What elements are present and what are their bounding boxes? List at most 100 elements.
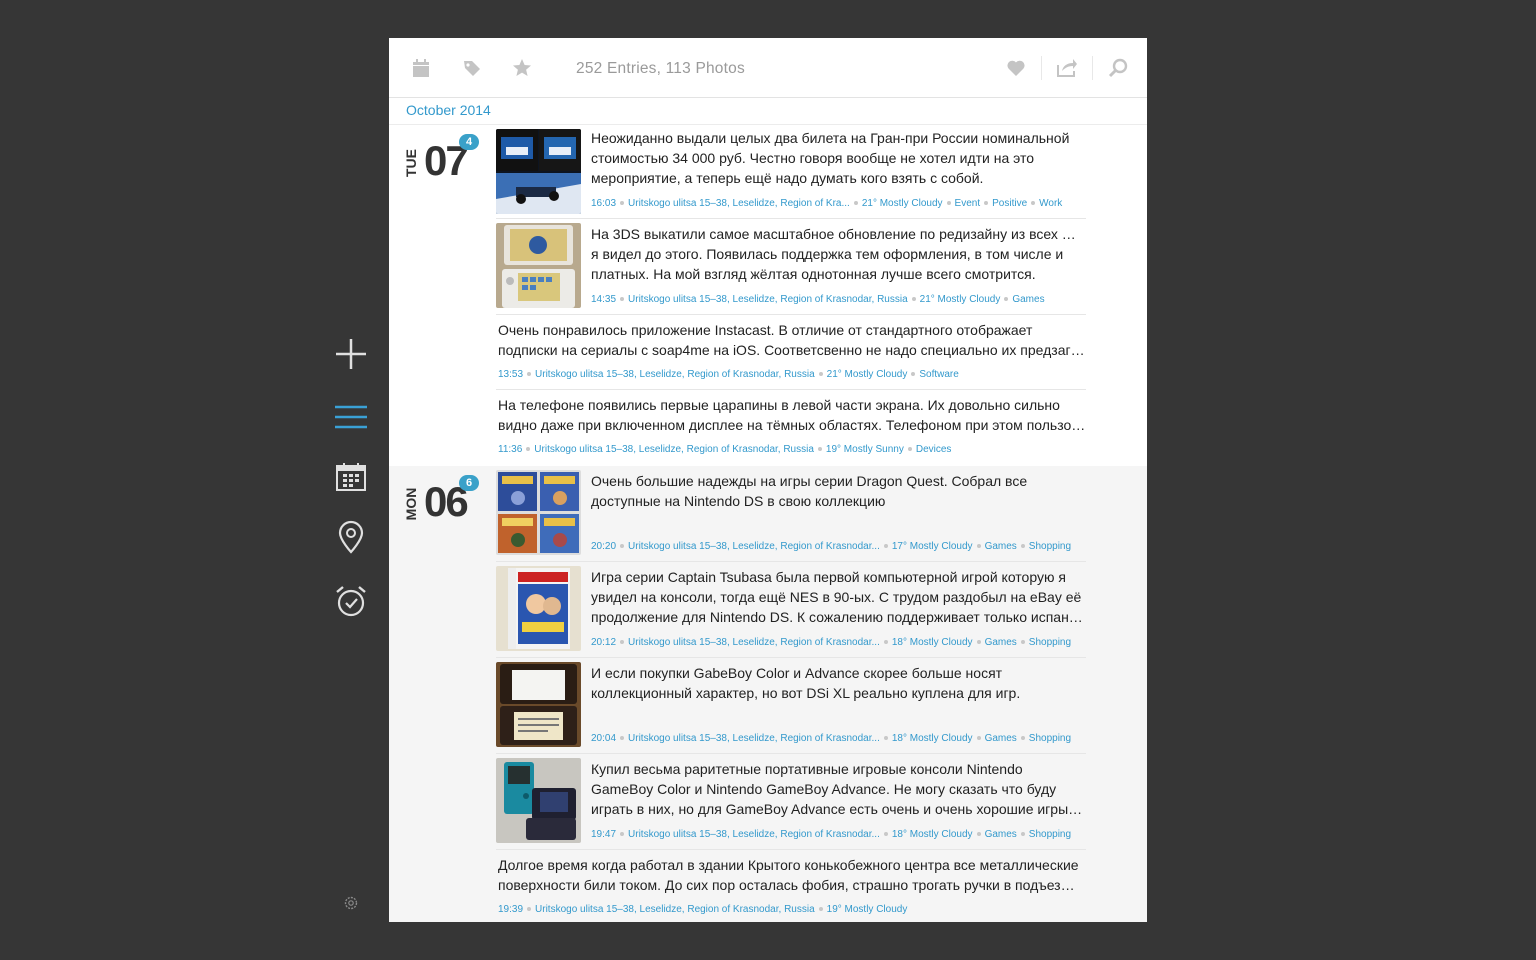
calendar-filter-button[interactable] bbox=[410, 57, 432, 79]
entry-text-line: GameBoy Color и Nintendo GameBoy Advance… bbox=[591, 781, 1057, 797]
entry-time: 20:12 bbox=[591, 637, 617, 648]
entry-location: Uritskogo ulitsa 15–38, Leselidze, Regio… bbox=[535, 369, 815, 380]
journal-entry[interactable]: На телефоне появились первые царапины в … bbox=[496, 390, 1086, 466]
share-button[interactable] bbox=[1056, 57, 1078, 79]
star-icon bbox=[513, 59, 531, 76]
entry-tag[interactable]: Shopping bbox=[1029, 637, 1071, 648]
entry-tag[interactable]: Games bbox=[985, 637, 1017, 648]
journal-entry[interactable]: И если покупки GabeBoy Color и Advance с… bbox=[496, 658, 1086, 754]
entry-text-line: поверхности били током. До сих пор остал… bbox=[498, 877, 1075, 893]
entry-photo-dsi-xl[interactable] bbox=[496, 662, 581, 747]
entry-time: 16:03 bbox=[591, 198, 617, 209]
entry-meta: 16:03 Uritskogo ulitsa 15–38, Leselidze, … bbox=[591, 198, 1083, 209]
journal-entry[interactable]: Купил весьма раритетные портативные игро… bbox=[496, 754, 1086, 850]
settings-button[interactable] bbox=[342, 894, 360, 912]
entry-meta: 20:12 Uritskogo ulitsa 15–38, Leselidze, … bbox=[591, 637, 1083, 648]
entry-tag[interactable]: Software bbox=[919, 369, 958, 380]
toolbar-divider bbox=[1092, 56, 1093, 80]
entry-text-line: доступные на Nintendo DS в свою коллекци… bbox=[591, 493, 886, 509]
entry-count-badge: 4 bbox=[459, 134, 479, 150]
entry-tag[interactable]: Games bbox=[1012, 294, 1044, 305]
journal-entry[interactable]: Игра серии Captain Tsubasa была первой к… bbox=[496, 562, 1086, 658]
entry-location: Uritskogo ulitsa 15–38, Leselidze, Regio… bbox=[628, 829, 880, 840]
entry-text-line: я видел до этого. Появилась поддержка те… bbox=[591, 246, 1064, 262]
entry-text-line: И если покупки GabeBoy Color и Advance с… bbox=[591, 665, 1003, 681]
entry-weather: 21° Mostly Cloudy bbox=[861, 198, 943, 209]
starred-filter-button[interactable] bbox=[511, 57, 533, 79]
entry-text-line: Очень большие надежды на игры серии Drag… bbox=[591, 473, 1028, 489]
entry-weather: 19° Mostly Sunny bbox=[825, 444, 904, 455]
tag-icon bbox=[464, 61, 480, 76]
day-group-tue-07: TUE 07 4 Неожиданно выдали целых два бил… bbox=[389, 125, 1147, 466]
entry-photo-captain-tsubasa[interactable] bbox=[496, 566, 581, 651]
entry-text-line: Купил весьма раритетные портативные игро… bbox=[591, 761, 1023, 777]
favorite-button[interactable] bbox=[1005, 57, 1027, 79]
entry-time: 19:47 bbox=[591, 829, 617, 840]
entry-photo-f1-tickets[interactable] bbox=[496, 129, 581, 214]
journal-entry[interactable]: На 3DS выкатили самое масштабное обновле… bbox=[496, 219, 1086, 315]
journal-entry[interactable]: Неожиданно выдали целых два билета на Гр… bbox=[496, 125, 1086, 219]
entry-location: Uritskogo ulitsa 15–38, Leselidze, Regio… bbox=[535, 904, 815, 915]
entry-location: Uritskogo ulitsa 15–38, Leselidze, Regio… bbox=[628, 637, 880, 648]
entry-text-line: играть в них, но для GameBoy Advance ест… bbox=[591, 801, 1083, 817]
toolbar: 252 Entries, 113 Photos bbox=[389, 38, 1147, 98]
entry-text-line: стоимостью 34 000 руб. Честно говоря воо… bbox=[591, 150, 1035, 166]
search-button[interactable] bbox=[1107, 57, 1129, 79]
entry-tag[interactable]: Event bbox=[955, 198, 981, 209]
journal-panel: 252 Entries, 113 Photos October 2014 TUE… bbox=[389, 38, 1147, 922]
entry-location: Uritskogo ulitsa 15–38, Leselidze, Regio… bbox=[534, 444, 814, 455]
entry-weather: 21° Mostly Cloudy bbox=[919, 294, 1001, 305]
entry-text-line: платных. На мой взгляд жёлтая однотонная… bbox=[591, 266, 1036, 282]
list-icon bbox=[335, 405, 367, 429]
entry-weather: 18° Mostly Cloudy bbox=[891, 637, 973, 648]
entry-photo-gameboy[interactable] bbox=[496, 758, 581, 843]
calendar-view-button[interactable] bbox=[332, 458, 370, 496]
entry-meta: 19:47 Uritskogo ulitsa 15–38, Leselidze, … bbox=[591, 829, 1083, 840]
entry-time: 19:39 bbox=[498, 904, 524, 915]
entry-tag[interactable]: Games bbox=[985, 541, 1017, 552]
entry-location: Uritskogo ulitsa 15–38, Leselidze, Regio… bbox=[628, 733, 880, 744]
entry-text-line: видно даже при включенном дисплее на тём… bbox=[498, 417, 1086, 433]
entry-tag[interactable]: Shopping bbox=[1029, 829, 1071, 840]
entry-text-line: Долгое время когда работал в здании Крыт… bbox=[498, 857, 1079, 873]
entry-tag[interactable]: Games bbox=[985, 829, 1017, 840]
entry-photo-dragon-quest[interactable] bbox=[496, 470, 581, 555]
entry-tag[interactable]: Work bbox=[1039, 198, 1062, 209]
map-view-button[interactable] bbox=[332, 518, 370, 556]
search-icon bbox=[1108, 58, 1128, 78]
add-entry-button[interactable] bbox=[332, 335, 370, 373]
reminder-button[interactable] bbox=[332, 582, 370, 620]
timeline-view-button[interactable] bbox=[332, 398, 370, 436]
entry-tag[interactable]: Shopping bbox=[1029, 541, 1071, 552]
heart-icon bbox=[1007, 60, 1025, 76]
plus-icon bbox=[336, 339, 366, 369]
alarm-clock-icon bbox=[336, 586, 366, 617]
entry-tag[interactable]: Games bbox=[985, 733, 1017, 744]
entry-tag[interactable]: Shopping bbox=[1029, 733, 1071, 744]
entry-tag[interactable]: Positive bbox=[992, 198, 1027, 209]
entry-weather: 18° Mostly Cloudy bbox=[891, 733, 973, 744]
entry-location: Uritskogo ulitsa 15–38, Leselidze, Regio… bbox=[628, 294, 908, 305]
entry-time: 11:36 bbox=[498, 444, 523, 455]
day-header: MON 06 6 bbox=[403, 475, 483, 530]
entry-location: Uritskogo ulitsa 15–38, Leselidze, Regio… bbox=[628, 198, 850, 209]
entry-weather: 18° Mostly Cloudy bbox=[891, 829, 973, 840]
location-pin-icon bbox=[338, 520, 364, 554]
entry-photo-3ds[interactable] bbox=[496, 223, 581, 308]
calendar-icon bbox=[413, 58, 429, 77]
journal-entry[interactable]: Долгое время когда работал в здании Крыт… bbox=[496, 850, 1086, 922]
gear-icon bbox=[344, 896, 358, 910]
entry-text-line: Игра серии Captain Tsubasa была первой к… bbox=[591, 569, 1066, 585]
entry-time: 20:20 bbox=[591, 541, 617, 552]
entry-text-line: продолжение для Nintendo DS. К сожалению… bbox=[591, 609, 1083, 625]
entry-text-line: Очень понравилось приложение Instacast. … bbox=[498, 322, 1033, 338]
journal-entry[interactable]: Очень понравилось приложение Instacast. … bbox=[496, 315, 1086, 390]
entry-tag[interactable]: Devices bbox=[916, 444, 952, 455]
journal-entry[interactable]: Очень большие надежды на игры серии Drag… bbox=[496, 466, 1086, 562]
entry-meta: 11:36 Uritskogo ulitsa 15–38, Leselidze, … bbox=[498, 444, 1086, 455]
entry-text-line: подписки на сериалы с soap4me на iOS. Со… bbox=[498, 342, 1085, 358]
entry-location: Uritskogo ulitsa 15–38, Leselidze, Regio… bbox=[628, 541, 880, 552]
calendar-icon bbox=[336, 463, 366, 491]
tags-filter-button[interactable] bbox=[461, 57, 483, 79]
day-weekday: MON bbox=[403, 487, 419, 521]
